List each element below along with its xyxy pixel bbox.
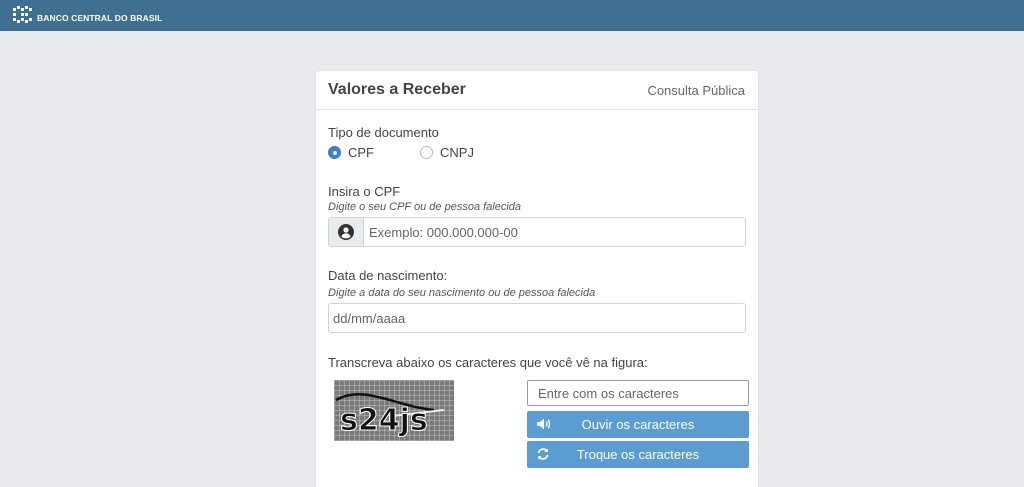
captcha-text: s24js bbox=[340, 403, 428, 438]
cpf-label: Insira o CPF bbox=[328, 184, 401, 199]
cpf-input[interactable] bbox=[364, 218, 745, 246]
bcb-logo[interactable]: BANCO CENTRAL DO BRASIL bbox=[12, 5, 162, 30]
captcha-field bbox=[527, 380, 749, 406]
birth-date-label: Data de nascimento: bbox=[328, 268, 448, 283]
cpf-input-group bbox=[328, 217, 746, 247]
radio-option-cnpj[interactable]: CNPJ bbox=[420, 145, 474, 160]
radio-cnpj[interactable] bbox=[420, 146, 433, 159]
radio-cpf-label: CPF bbox=[348, 145, 374, 160]
birth-date-hint: Digite a data do seu nascimento ou de pe… bbox=[328, 287, 596, 299]
cpf-hint: Digite o seu CPF ou de pessoa falecida bbox=[328, 201, 522, 213]
listen-captcha-button[interactable]: Ouvir os caracteres bbox=[527, 411, 749, 438]
card-header: Valores a Receber Consulta Pública bbox=[316, 71, 758, 110]
document-type-label: Tipo de documento bbox=[328, 125, 439, 140]
query-card: Valores a Receber Consulta Pública Tipo … bbox=[315, 70, 759, 487]
listen-captcha-label: Ouvir os caracteres bbox=[581, 417, 695, 432]
top-bar: BANCO CENTRAL DO BRASIL bbox=[0, 0, 1024, 31]
birth-date-input[interactable] bbox=[329, 304, 745, 332]
card-subtitle: Consulta Pública bbox=[647, 83, 745, 98]
refresh-captcha-button[interactable]: Troque os caracteres bbox=[527, 441, 749, 468]
user-circle-icon bbox=[329, 218, 364, 246]
bcb-logo-icon bbox=[12, 5, 34, 30]
radio-cpf[interactable] bbox=[328, 146, 341, 159]
radio-cnpj-label: CNPJ bbox=[440, 145, 474, 160]
captcha-image: s24js bbox=[334, 380, 454, 441]
captcha-label: Transcreva abaixo os caracteres que você… bbox=[328, 355, 648, 370]
captcha-input[interactable] bbox=[528, 381, 748, 405]
brand-name: BANCO CENTRAL DO BRASIL bbox=[37, 12, 163, 23]
radio-option-cpf[interactable]: CPF bbox=[328, 145, 420, 160]
document-type-radio-group: CPF CNPJ bbox=[328, 145, 474, 160]
volume-icon bbox=[536, 417, 552, 434]
birth-date-field bbox=[328, 303, 746, 333]
refresh-captcha-label: Troque os caracteres bbox=[576, 447, 700, 462]
card-title: Valores a Receber bbox=[328, 81, 466, 98]
refresh-icon bbox=[536, 447, 550, 464]
